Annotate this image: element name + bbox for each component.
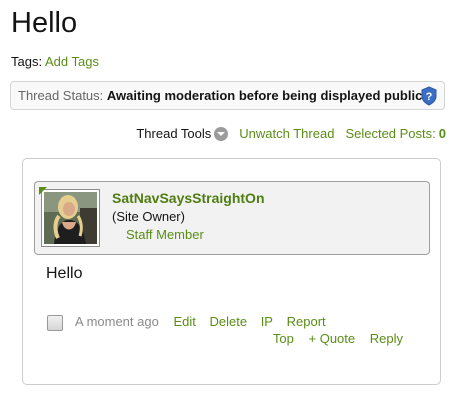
post-meta: A moment ago Edit Delete IP Report [75,314,336,330]
shield-question-icon[interactable]: ? [420,86,438,106]
unwatch-thread-link[interactable]: Unwatch Thread [239,126,334,142]
thread-status-value: Awaiting moderation before being display… [106,88,436,103]
thread-status-bar: Thread Status: Awaiting moderation befor… [10,81,445,110]
ip-link[interactable]: IP [261,314,273,329]
thread-page: Hello Tags: Add Tags Thread Status: Awai… [0,0,457,400]
post: SatNavSaysStraightOn (Site Owner) Staff … [22,158,441,385]
chevron-down-icon[interactable] [214,127,229,141]
selected-posts-count: 0 [438,126,446,141]
report-link[interactable]: Report [287,314,326,329]
tags-line: Tags: Add Tags [11,53,99,70]
staff-member-badge: Staff Member [126,227,204,242]
avatar-image [44,192,97,244]
top-link[interactable]: Top [273,331,294,346]
username-link[interactable]: SatNavSaysStraightOn [112,190,265,207]
user-card: SatNavSaysStraightOn (Site Owner) Staff … [34,181,430,255]
online-indicator-icon [39,187,47,195]
thread-tools-button[interactable]: Thread Tools [136,126,211,142]
add-tags-link[interactable]: Add Tags [45,54,99,69]
svg-text:?: ? [426,91,433,103]
edit-link[interactable]: Edit [173,314,195,329]
select-post-checkbox[interactable] [47,315,63,331]
selected-posts-link[interactable]: Selected Posts: [345,126,435,142]
delete-link[interactable]: Delete [209,314,247,329]
reply-link[interactable]: Reply [370,331,403,346]
selected-posts-label: Selected Posts: [345,126,436,141]
quote-link[interactable]: + Quote [309,331,356,346]
avatar[interactable] [41,189,100,247]
user-title: (Site Owner) [112,209,185,224]
tags-label: Tags: [11,54,43,69]
post-timestamp[interactable]: A moment ago [75,314,159,329]
thread-status-label: Thread Status: [18,88,104,103]
post-message: Hello [46,265,83,282]
page-title: Hello [11,7,78,39]
thread-toolbar: Thread Tools Unwatch Thread Selected Pos… [136,126,446,142]
post-actions: Top + Quote Reply [262,331,403,347]
